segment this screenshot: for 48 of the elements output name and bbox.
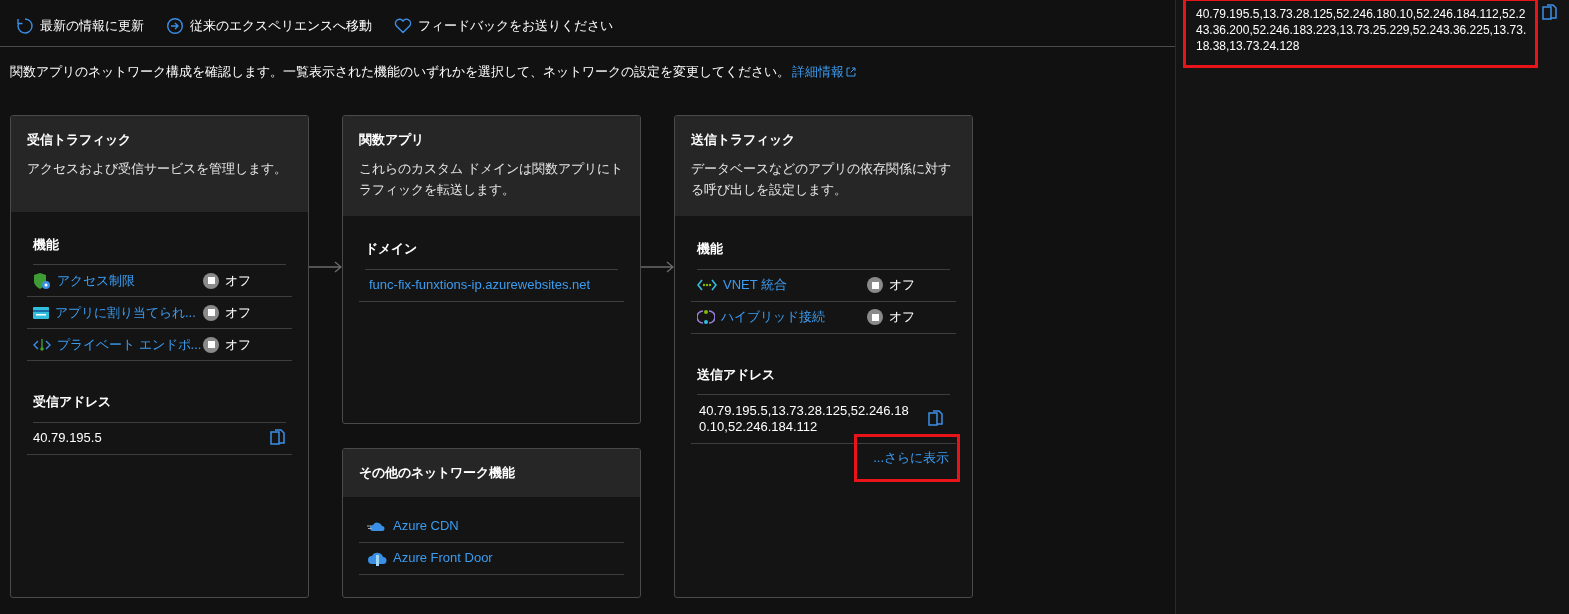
feature-link[interactable]: Azure CDN	[393, 516, 459, 536]
section-heading: 送信アドレス	[697, 364, 950, 395]
section-heading: 機能	[697, 239, 950, 270]
cloud-icon	[367, 520, 387, 532]
toolbar-button[interactable]: 従来のエクスペリエンスへ移動	[166, 16, 372, 36]
card-title: 送信トラフィック	[691, 130, 796, 149]
card-icon	[33, 306, 49, 319]
learn-more-link[interactable]: 詳細情報	[792, 62, 856, 82]
connector-arrow	[641, 260, 674, 273]
card-title: 受信トラフィック	[27, 130, 132, 149]
card-description: これらのカスタム ドメインは関数アプリにトラフィックを転送します。	[359, 160, 624, 199]
address-text: 40.79.195.5	[33, 429, 102, 448]
card-title: その他のネットワーク機能	[359, 463, 515, 482]
card-description: データベースなどのアプリの依存関係に対する呼び出しを設定します。	[691, 160, 952, 199]
feature-link[interactable]: ハイブリッド接続	[721, 307, 825, 327]
card-description: アクセスおよび受信サービスを管理します。	[27, 160, 288, 178]
status-text: オフ	[225, 303, 251, 322]
copy-icon[interactable]	[270, 429, 286, 447]
status-text: オフ	[889, 276, 915, 295]
status-text: オフ	[889, 308, 915, 327]
status-text: オフ	[225, 335, 251, 354]
copy-icon[interactable]	[928, 410, 944, 428]
external-link-icon	[846, 66, 856, 77]
connector-arrow	[309, 260, 342, 273]
toolbar-button[interactable]: フィードバックをお送りください	[394, 16, 613, 36]
feature-link[interactable]: アプリに割り当てられ...	[55, 302, 196, 323]
hybrid-link-icon	[697, 308, 715, 326]
feature-link[interactable]: Azure Front Door	[393, 548, 493, 568]
section-heading: ドメイン	[365, 239, 618, 270]
feature-link[interactable]: アクセス制限	[57, 270, 135, 291]
feature-link[interactable]: プライベート エンドポ...	[57, 334, 202, 355]
status-text: オフ	[225, 271, 251, 290]
toolbar-button[interactable]: 最新の情報に更新	[16, 16, 144, 36]
code-brackets-icon	[697, 279, 717, 291]
copy-icon[interactable]	[1542, 4, 1558, 22]
address-list: 40.79.195.5,13.73.28.125,52.246.180.10,52.246.184.112,52.243.36.200,52.246.183.223,13.73.25.229,52.243.36.225,13.73.18.38,13.73.24.128	[1196, 6, 1529, 54]
domain-link[interactable]: func-fix-funxtions-ip.azurewebsites.net	[369, 275, 591, 295]
section-heading: 受信アドレス	[33, 392, 286, 423]
arrow-circle-icon	[166, 17, 184, 35]
show-more-link[interactable]: ...さらに表示	[873, 448, 949, 468]
address-text: 40.79.195.5,13.73.28.125,52.246.180.10,52.246.184.112	[699, 403, 909, 435]
heart-icon	[394, 18, 412, 34]
shield-icon	[33, 271, 51, 290]
feature-link[interactable]: VNET 統合	[723, 275, 788, 295]
card-title: 関数アプリ	[359, 130, 425, 149]
refresh-icon	[16, 17, 34, 35]
description-text: 関数アプリのネットワーク構成を確認します。一覧表示された機能のいずれかを選択して、ネットワークの設定を変更してください。	[10, 63, 790, 81]
section-heading: 機能	[33, 234, 286, 265]
